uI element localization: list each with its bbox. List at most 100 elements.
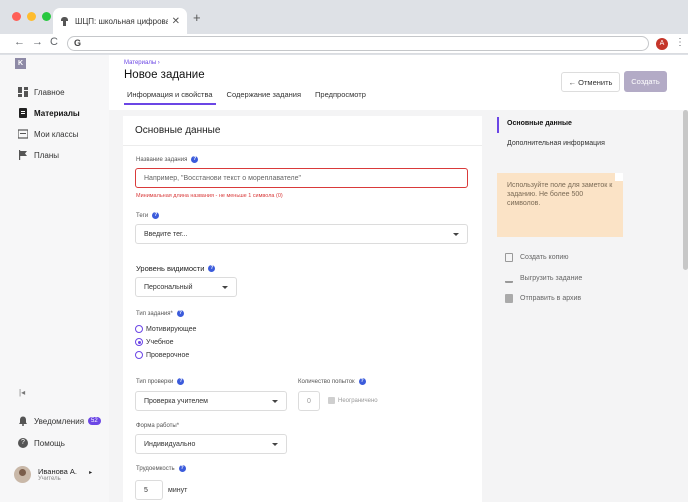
page-tabs: Информация и свойства Содержание задания… (124, 90, 369, 105)
notifications-label: Уведомления (34, 416, 85, 426)
export-button[interactable]: Выгрузить задание (505, 274, 582, 283)
section-title: Основные данные (135, 125, 221, 136)
flag-icon (18, 150, 28, 160)
google-icon: G (74, 38, 82, 48)
browser-tab[interactable]: ШЦП: школьная цифровая пл... ✕ (53, 8, 187, 34)
checkbox[interactable] (328, 397, 335, 404)
avatar (14, 466, 31, 483)
tab-title: ШЦП: школьная цифровая пл... (75, 16, 168, 26)
copy-button[interactable]: Создать копию (505, 253, 569, 262)
unlimited-checkbox[interactable]: Неограничено (328, 397, 378, 404)
help-icon[interactable]: ? (178, 465, 186, 472)
radio-test[interactable]: Проверочное (135, 351, 189, 359)
forward-icon[interactable]: → (32, 36, 43, 48)
new-tab-button[interactable]: + (193, 11, 201, 24)
minimize-window-button[interactable] (27, 12, 36, 21)
breadcrumb[interactable]: Материалы › (124, 60, 160, 66)
attempts-label: Количество попыток ? (298, 378, 366, 385)
work-form-select[interactable]: Индивидуально (135, 434, 287, 454)
address-bar[interactable]: G (67, 36, 649, 51)
section-nav-basic[interactable]: Основные данные (497, 117, 605, 137)
dashboard-icon (18, 87, 28, 97)
class-icon (17, 129, 29, 139)
sidebar: K Главное Материалы Мои классы Планы |◂ … (0, 55, 109, 502)
chevron-right-icon: ▸ (89, 470, 93, 476)
cancel-button[interactable]: ← Отменить (561, 72, 620, 92)
chevron-down-icon (272, 443, 278, 446)
sidebar-item-label: Главное (34, 87, 65, 97)
archive-icon (505, 294, 513, 303)
name-error-text: Минимальная длина названия - не меньше 1… (136, 193, 283, 199)
effort-input[interactable]: 5 (135, 480, 163, 500)
document-icon (18, 108, 28, 118)
section-nav-additional[interactable]: Дополнительная информация (497, 137, 605, 157)
back-icon[interactable]: ← (14, 36, 25, 48)
copy-icon (505, 253, 513, 262)
work-form-label: Форма работы* (136, 423, 180, 429)
reload-icon[interactable]: C (50, 36, 58, 48)
check-type-select[interactable]: Проверка учителем (135, 391, 287, 411)
sidebar-item-classes[interactable]: Мои классы (17, 129, 79, 139)
sidebar-item-label: Мои классы (34, 129, 79, 139)
radio-button-selected[interactable] (135, 338, 143, 346)
help-icon[interactable]: ? (176, 310, 184, 317)
user-menu[interactable]: Иванова А. ▸ Учитель (14, 466, 92, 483)
help-icon[interactable]: ? (177, 378, 185, 385)
radio-button[interactable] (135, 351, 143, 359)
sidebar-item-home[interactable]: Главное (18, 87, 65, 97)
radio-motivating[interactable]: Мотивирующее (135, 325, 196, 333)
user-role: Учитель (38, 476, 61, 482)
tab-info[interactable]: Информация и свойства (124, 90, 216, 105)
chevron-down-icon (453, 233, 459, 236)
tab-close-icon[interactable]: ✕ (172, 16, 180, 27)
name-label: Название задания ? (136, 156, 199, 163)
close-window-button[interactable] (12, 12, 21, 21)
create-button[interactable]: Создать (624, 71, 667, 92)
visibility-label: Уровень видимости ? (136, 264, 216, 273)
chevron-down-icon (272, 400, 278, 403)
basic-data-card: Основные данные Название задания ? Напри… (123, 116, 482, 502)
help-icon[interactable]: ? (358, 378, 366, 385)
browser-window: ШЦП: школьная цифровая пл... ✕ + ← → C G… (0, 0, 688, 502)
user-name: Иванова А. ▸ (38, 467, 93, 476)
attempts-input[interactable]: 0 (298, 391, 320, 411)
help-icon[interactable]: ? (152, 212, 160, 219)
download-icon (505, 274, 513, 283)
bell-icon (18, 416, 28, 426)
visibility-value: Персональный (144, 283, 193, 291)
sidebar-item-plans[interactable]: Планы (18, 150, 59, 160)
tab-content[interactable]: Содержание задания (224, 90, 304, 105)
work-form-value: Индивидуально (144, 440, 196, 448)
check-type-label: Тип проверки ? (136, 378, 185, 385)
help-icon[interactable]: ? (208, 265, 216, 272)
task-name-input[interactable]: Например, "Восстанови текст о мореплават… (135, 168, 468, 188)
browser-menu-icon[interactable]: ⋮ (675, 37, 685, 48)
tags-input[interactable]: Введите тег... (135, 224, 468, 244)
section-nav: Основные данные Дополнительная информаци… (497, 117, 605, 157)
profile-avatar[interactable]: A (656, 38, 668, 50)
notes-sticky[interactable]: Используйте поле для заметок к заданию. … (497, 173, 623, 237)
effort-label: Трудоемкость ? (136, 465, 186, 472)
scrollbar[interactable] (683, 110, 688, 270)
divider (123, 145, 482, 146)
window-controls (12, 12, 51, 21)
help-circle-icon: ? (18, 438, 28, 448)
tab-preview[interactable]: Предпросмотр (312, 90, 369, 105)
visibility-select[interactable]: Персональный (135, 277, 237, 297)
help-icon[interactable]: ? (191, 156, 199, 163)
help-label: Помощь (34, 438, 65, 448)
sidebar-item-materials[interactable]: Материалы (18, 108, 80, 118)
notifications-button[interactable]: Уведомления 52 (18, 416, 101, 426)
collapse-sidebar-icon[interactable]: |◂ (19, 388, 25, 397)
task-type-label: Тип задания* ? (136, 310, 184, 317)
app: K Главное Материалы Мои классы Планы |◂ … (0, 55, 688, 502)
maximize-window-button[interactable] (42, 12, 51, 21)
app-logo[interactable]: K (15, 58, 26, 69)
radio-educational[interactable]: Учебное (135, 338, 174, 346)
chevron-down-icon (222, 286, 228, 289)
archive-button[interactable]: Отправить в архив (505, 294, 581, 303)
help-button[interactable]: ? Помощь (18, 438, 65, 448)
sidebar-item-label: Материалы (34, 108, 80, 118)
radio-button[interactable] (135, 325, 143, 333)
school-favicon-icon (60, 16, 69, 26)
